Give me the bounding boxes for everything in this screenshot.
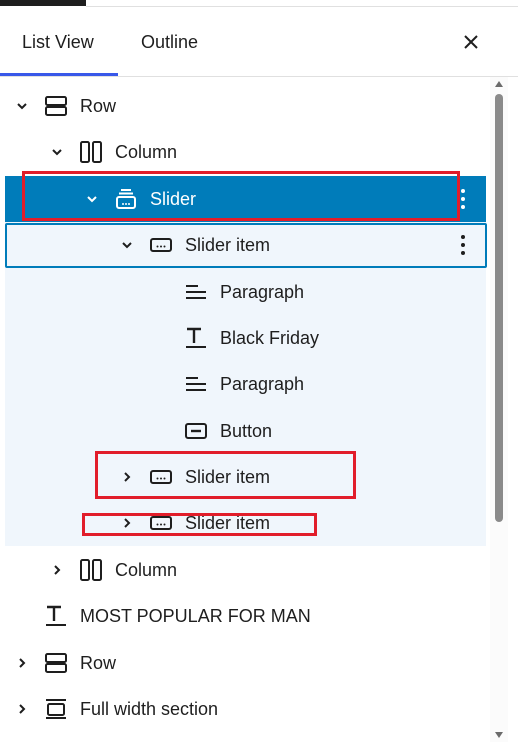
- more-options-icon[interactable]: [454, 232, 472, 258]
- list-item-heading[interactable]: MOST POPULAR FOR MAN: [0, 593, 490, 639]
- close-icon: [464, 35, 478, 49]
- active-tab-underline: [0, 73, 118, 76]
- list-item-label: Row: [80, 653, 117, 673]
- more-options-icon[interactable]: [454, 186, 472, 212]
- list-item-row[interactable]: Row: [0, 640, 490, 686]
- list-item-slider-item[interactable]: Slider item: [0, 222, 490, 268]
- section-block-icon: [44, 697, 68, 721]
- list-item-label: Full width section: [80, 699, 219, 719]
- list-item-slider-item[interactable]: Slider item: [0, 500, 490, 546]
- paragraph-block-icon: [184, 372, 208, 396]
- heading-block-icon: [44, 604, 68, 628]
- tab-list-view[interactable]: List View: [22, 7, 94, 77]
- column-block-icon: [79, 140, 103, 164]
- chevron-right-icon[interactable]: [14, 701, 30, 717]
- row-block-icon: [44, 651, 68, 675]
- tab-bar: List View Outline: [0, 7, 518, 77]
- scroll-down-arrow-icon[interactable]: [494, 731, 504, 739]
- list-item-label: Column: [115, 560, 178, 580]
- slider-item-block-icon: [149, 511, 173, 535]
- row-block-icon: [44, 94, 68, 118]
- list-item-column[interactable]: Column: [0, 547, 490, 593]
- tab-outline[interactable]: Outline: [141, 7, 198, 77]
- list-item-full-width-section[interactable]: Full width section: [0, 686, 490, 732]
- list-item-slider[interactable]: Slider: [0, 176, 490, 222]
- chevron-right-icon[interactable]: [49, 562, 65, 578]
- list-item-label: Slider: [150, 189, 197, 209]
- scroll-up-arrow-icon[interactable]: [494, 80, 504, 88]
- list-item-paragraph[interactable]: Paragraph: [0, 361, 490, 407]
- chevron-right-icon[interactable]: [119, 515, 135, 531]
- list-item-label: Slider item: [185, 513, 271, 533]
- list-item-paragraph[interactable]: Paragraph: [0, 269, 490, 315]
- chevron-down-icon[interactable]: [49, 144, 65, 160]
- list-item-heading[interactable]: Black Friday: [0, 315, 490, 361]
- close-button[interactable]: [456, 27, 486, 57]
- button-block-icon: [184, 419, 208, 443]
- top-tab-indicator: [0, 0, 86, 6]
- list-item-label: Slider item: [185, 235, 271, 255]
- list-item-label: Black Friday: [220, 328, 320, 348]
- chevron-down-icon[interactable]: [14, 98, 30, 114]
- list-item-label: Column: [115, 142, 178, 162]
- top-strip: [0, 0, 518, 7]
- slider-item-block-icon: [149, 233, 173, 257]
- list-item-button[interactable]: Button: [0, 408, 490, 454]
- list-item-label: MOST POPULAR FOR MAN: [80, 606, 311, 626]
- column-block-icon: [79, 558, 103, 582]
- list-item-label: Paragraph: [220, 374, 305, 394]
- heading-block-icon: [184, 326, 208, 350]
- list-item-label: Button: [220, 421, 273, 441]
- list-item-row[interactable]: Row: [0, 83, 490, 129]
- paragraph-block-icon: [184, 280, 208, 304]
- slider-block-icon: [114, 187, 138, 211]
- scrollbar-thumb[interactable]: [495, 94, 503, 522]
- list-item-slider-item[interactable]: Slider item: [0, 454, 490, 500]
- list-item-label: Row: [80, 96, 117, 116]
- chevron-right-icon[interactable]: [119, 469, 135, 485]
- chevron-right-icon[interactable]: [14, 655, 30, 671]
- list-item-label: Slider item: [185, 467, 271, 487]
- chevron-down-icon[interactable]: [119, 237, 135, 253]
- chevron-down-icon[interactable]: [84, 191, 100, 207]
- list-item-label: Paragraph: [220, 282, 305, 302]
- slider-item-block-icon: [149, 465, 173, 489]
- list-item-column[interactable]: Column: [0, 129, 490, 175]
